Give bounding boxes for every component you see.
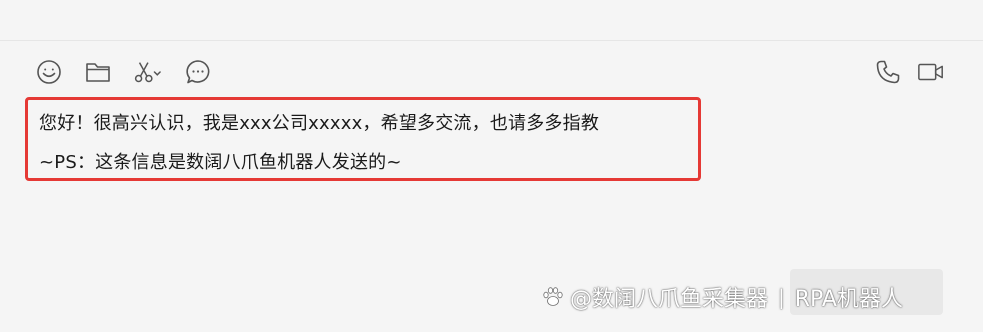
message-line-2: ~PS：这条信息是数阔八爪鱼机器人发送的~ — [39, 152, 402, 173]
top-bar — [0, 0, 983, 41]
phone-icon[interactable] — [874, 58, 902, 86]
folder-icon[interactable] — [84, 58, 112, 86]
chat-toolbar — [0, 54, 983, 90]
watermark: @数阔八爪鱼采集器 | RPA机器人 — [540, 282, 903, 312]
video-icon[interactable] — [917, 58, 945, 86]
message-line-1: 您好！很高兴认识，我是xxx公司xxxxx，希望多交流，也请多多指教 — [39, 113, 600, 134]
watermark-product: RPA机器人 — [794, 287, 903, 312]
watermark-brand: @数阔八爪鱼采集器 — [570, 287, 769, 312]
emoji-icon[interactable] — [35, 58, 63, 86]
watermark-separator: | — [778, 285, 785, 309]
scissors-icon[interactable] — [133, 58, 161, 86]
paw-logo-icon — [540, 284, 566, 310]
chat-bubble-icon[interactable] — [184, 58, 212, 86]
